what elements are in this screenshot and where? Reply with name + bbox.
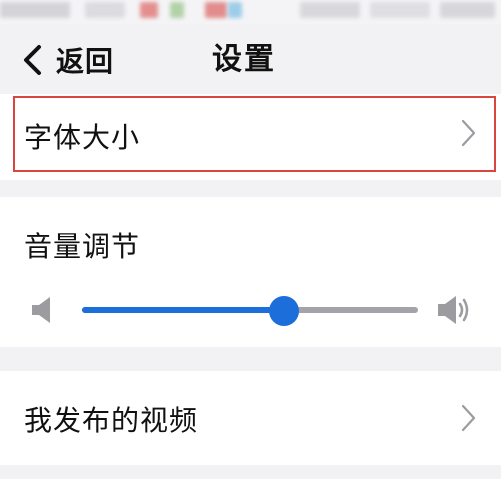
settings-section-volume: 音量调节 xyxy=(0,197,501,347)
status-bar-blurred-item xyxy=(440,2,495,18)
volume-slider-thumb[interactable] xyxy=(268,296,299,326)
page-title: 设置 xyxy=(212,42,276,77)
status-bar-blurred-item xyxy=(228,2,242,18)
chevron-right-icon xyxy=(459,403,477,433)
volume-label: 音量调节 xyxy=(24,230,141,263)
volume-low-icon xyxy=(30,295,56,329)
status-bar-blurred-item xyxy=(370,2,430,18)
volume-slider-fill xyxy=(82,307,284,313)
volume-slider-track[interactable] xyxy=(82,296,418,326)
status-bar-blurred-item xyxy=(300,2,360,18)
status-bar xyxy=(0,0,501,24)
back-label: 返回 xyxy=(56,45,115,78)
back-button[interactable]: 返回 xyxy=(22,38,114,82)
chevron-left-icon xyxy=(22,44,42,76)
status-bar-blurred-item xyxy=(0,2,70,18)
volume-slider[interactable] xyxy=(24,289,476,329)
status-bar-blurred-item xyxy=(205,2,227,18)
settings-row-my-videos[interactable]: 我发布的视频 xyxy=(0,371,501,465)
volume-high-icon xyxy=(436,293,472,331)
nav-bar: 返回 设置 xyxy=(0,24,501,94)
font-size-label: 字体大小 xyxy=(24,121,141,154)
my-videos-label: 我发布的视频 xyxy=(24,404,199,437)
status-bar-blurred-item xyxy=(140,2,158,18)
chevron-right-icon xyxy=(459,118,477,148)
status-bar-blurred-item xyxy=(170,2,184,18)
status-bar-blurred-item xyxy=(85,2,125,18)
settings-row-font-size[interactable]: 字体大小 xyxy=(0,94,501,180)
